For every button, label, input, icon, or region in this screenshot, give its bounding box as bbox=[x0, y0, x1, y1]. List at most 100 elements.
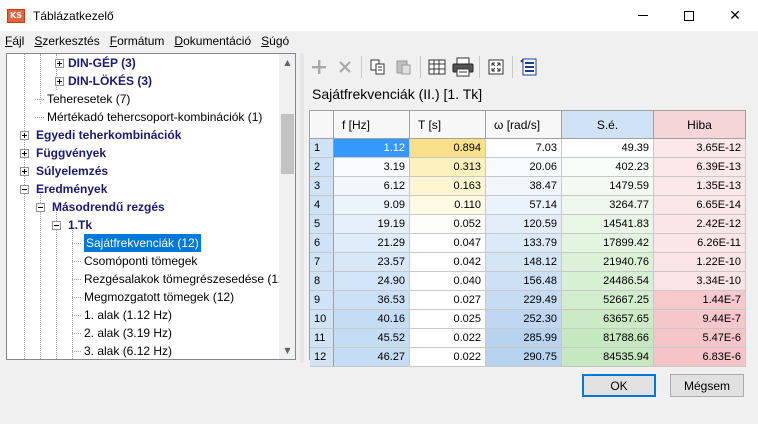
menu-item-0[interactable]: Fájl bbox=[0, 31, 29, 51]
menu-item-1[interactable]: Szerkesztés bbox=[29, 31, 104, 51]
grid-cell[interactable]: 1479.59 bbox=[562, 177, 654, 196]
tree-item[interactable]: Függvények bbox=[7, 144, 279, 162]
scrollbar-thumb[interactable] bbox=[281, 114, 294, 174]
column-header[interactable]: f [Hz] bbox=[334, 111, 410, 139]
panel-splitter[interactable] bbox=[300, 53, 304, 363]
expand-icon[interactable] bbox=[20, 167, 29, 176]
grid-cell[interactable]: 0.040 bbox=[410, 272, 486, 291]
grid-cell[interactable]: 14541.83 bbox=[562, 215, 654, 234]
grid-cell[interactable]: 19.19 bbox=[334, 215, 410, 234]
grid-cell[interactable]: 5.47E-6 bbox=[654, 329, 746, 348]
grid-cell[interactable]: 0.313 bbox=[410, 158, 486, 177]
grid-cell[interactable]: 9.09 bbox=[334, 196, 410, 215]
grid-cell[interactable]: 6.83E-6 bbox=[654, 348, 746, 367]
tree-item[interactable]: Eredmények bbox=[7, 180, 279, 198]
grid-cell[interactable]: 40.16 bbox=[334, 310, 410, 329]
grid-cell[interactable]: 7.03 bbox=[486, 139, 562, 158]
grid-cell[interactable]: 1.22E-10 bbox=[654, 253, 746, 272]
grid-cell[interactable]: 24.90 bbox=[334, 272, 410, 291]
tree-item[interactable]: 1. alak (1.12 Hz) bbox=[7, 306, 279, 324]
grid-cell[interactable]: 1.44E-7 bbox=[654, 291, 746, 310]
grid-cell[interactable]: 3264.77 bbox=[562, 196, 654, 215]
row-number[interactable]: 8 bbox=[310, 272, 334, 291]
row-number[interactable]: 2 bbox=[310, 158, 334, 177]
grid-cell[interactable]: 285.99 bbox=[486, 329, 562, 348]
paste-button[interactable] bbox=[391, 55, 417, 79]
column-header[interactable]: T [s] bbox=[410, 111, 486, 139]
maximize-button[interactable] bbox=[666, 0, 712, 31]
expand-icon[interactable] bbox=[20, 131, 29, 140]
grid-cell[interactable]: 3.19 bbox=[334, 158, 410, 177]
grid-cell[interactable]: 20.06 bbox=[486, 158, 562, 177]
grid-cell[interactable]: 0.163 bbox=[410, 177, 486, 196]
grid-cell[interactable]: 36.53 bbox=[334, 291, 410, 310]
scroll-up-icon[interactable]: ▲ bbox=[279, 54, 295, 71]
tree-item[interactable]: Csomóponti tömegek bbox=[7, 252, 279, 270]
row-number[interactable]: 11 bbox=[310, 329, 334, 348]
expand-icon[interactable] bbox=[55, 59, 64, 68]
row-number[interactable]: 1 bbox=[310, 139, 334, 158]
grid-cell[interactable]: 23.57 bbox=[334, 253, 410, 272]
row-number[interactable]: 9 bbox=[310, 291, 334, 310]
grid-cell[interactable]: 1.35E-13 bbox=[654, 177, 746, 196]
grid-cell[interactable]: 0.894 bbox=[410, 139, 486, 158]
tree-item[interactable]: 3. alak (6.12 Hz) bbox=[7, 342, 279, 359]
grid-cell[interactable]: 6.39E-13 bbox=[654, 158, 746, 177]
collapse-icon[interactable] bbox=[52, 221, 61, 230]
grid-cell[interactable]: 252.30 bbox=[486, 310, 562, 329]
scroll-down-icon[interactable]: ▼ bbox=[279, 342, 295, 359]
grid-cell[interactable]: 46.27 bbox=[334, 348, 410, 367]
grid-cell[interactable]: 45.52 bbox=[334, 329, 410, 348]
tree-scrollbar[interactable]: ▲ ▼ bbox=[279, 54, 295, 359]
columns-button[interactable] bbox=[424, 55, 450, 79]
column-header[interactable]: S.é. bbox=[562, 111, 654, 139]
grid-cell[interactable]: 0.027 bbox=[410, 291, 486, 310]
menu-item-3[interactable]: Dokumentáció bbox=[169, 31, 256, 51]
delete-row-button[interactable] bbox=[332, 55, 358, 79]
row-number[interactable]: 3 bbox=[310, 177, 334, 196]
column-header[interactable]: ω [rad/s] bbox=[486, 111, 562, 139]
grid-cell[interactable]: 38.47 bbox=[486, 177, 562, 196]
tree-item[interactable]: Sajátfrekvenciák (12) bbox=[7, 234, 279, 252]
grid-cell[interactable]: 49.39 bbox=[562, 139, 654, 158]
grid-cell[interactable]: 402.23 bbox=[562, 158, 654, 177]
grid-cell[interactable]: 0.022 bbox=[410, 329, 486, 348]
grid-cell[interactable]: 229.49 bbox=[486, 291, 562, 310]
row-number[interactable]: 4 bbox=[310, 196, 334, 215]
grid-cell[interactable]: 17899.42 bbox=[562, 234, 654, 253]
ok-button[interactable]: OK bbox=[582, 374, 656, 397]
grid-cell[interactable]: 6.65E-14 bbox=[654, 196, 746, 215]
grid-cell[interactable]: 3.65E-12 bbox=[654, 139, 746, 158]
grid-cell[interactable]: 6.12 bbox=[334, 177, 410, 196]
grid-cell[interactable]: 290.75 bbox=[486, 348, 562, 367]
tree-item[interactable]: Mértékadó tehercsoport-kombinációk (1) bbox=[7, 108, 279, 126]
tree-item[interactable]: Súlyelemzés bbox=[7, 162, 279, 180]
menu-item-2[interactable]: Formátum bbox=[105, 31, 170, 51]
grid-cell[interactable]: 148.12 bbox=[486, 253, 562, 272]
grid-cell[interactable]: 2.42E-12 bbox=[654, 215, 746, 234]
expand-icon[interactable] bbox=[55, 77, 64, 86]
minimize-button[interactable] bbox=[620, 0, 666, 31]
cancel-button[interactable]: Mégsem bbox=[670, 374, 744, 397]
grid-cell[interactable]: 84535.94 bbox=[562, 348, 654, 367]
grid-cell[interactable]: 0.110 bbox=[410, 196, 486, 215]
grid-cell[interactable]: 81788.66 bbox=[562, 329, 654, 348]
expand-icon[interactable] bbox=[20, 149, 29, 158]
tree-item[interactable]: 2. alak (3.19 Hz) bbox=[7, 324, 279, 342]
grid-cell[interactable]: 0.025 bbox=[410, 310, 486, 329]
row-number[interactable]: 12 bbox=[310, 348, 334, 367]
grid-cell[interactable]: 0.047 bbox=[410, 234, 486, 253]
copy-button[interactable] bbox=[365, 55, 391, 79]
grid-cell[interactable]: 21940.76 bbox=[562, 253, 654, 272]
fit-button[interactable] bbox=[483, 55, 509, 79]
grid-cell[interactable]: 9.44E-7 bbox=[654, 310, 746, 329]
grid-cell[interactable]: 120.59 bbox=[486, 215, 562, 234]
row-number[interactable]: 10 bbox=[310, 310, 334, 329]
grid-cell[interactable]: 0.042 bbox=[410, 253, 486, 272]
close-button[interactable]: ✕ bbox=[712, 0, 758, 31]
column-header[interactable]: Hiba bbox=[654, 111, 746, 139]
tree-item[interactable]: 1.Tk bbox=[7, 216, 279, 234]
menu-item-4[interactable]: Súgó bbox=[256, 31, 294, 51]
grid-cell[interactable]: 156.48 bbox=[486, 272, 562, 291]
collapse-icon[interactable] bbox=[36, 203, 45, 212]
